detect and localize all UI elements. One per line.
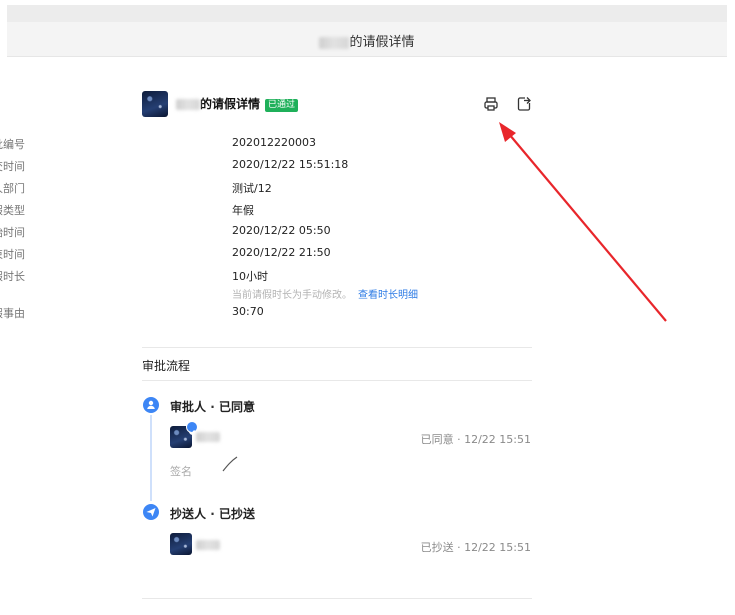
annotation-arrow <box>499 122 667 322</box>
